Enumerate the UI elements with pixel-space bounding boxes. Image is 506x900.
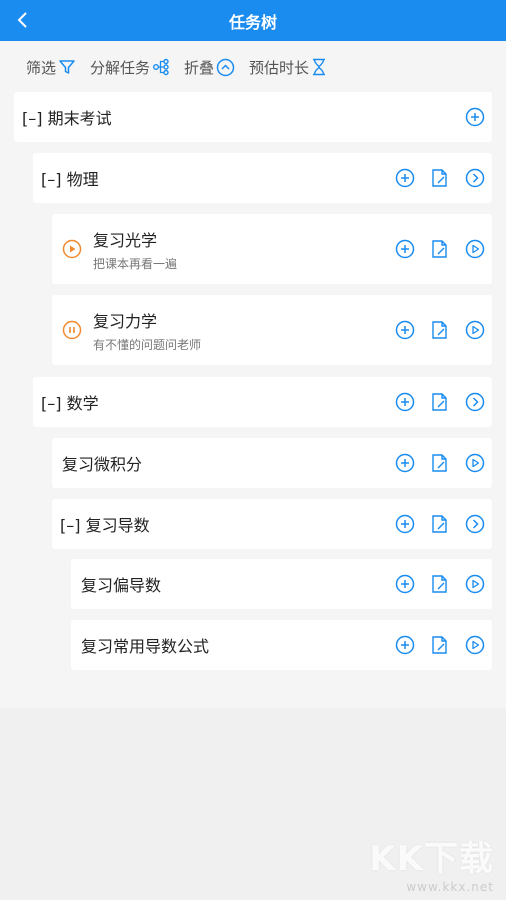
start-button[interactable] — [464, 573, 486, 595]
edit-button[interactable] — [429, 391, 451, 413]
chevron-up-circle-icon — [216, 58, 235, 76]
page-title: 任务树 — [228, 12, 277, 32]
add-subtask-button[interactable] — [394, 167, 416, 189]
decompose-task-label: 分解任务 — [90, 58, 151, 77]
play-circle-icon — [465, 239, 485, 259]
node-label: [–] 复习导数 — [60, 516, 150, 535]
tree-node-final-exam[interactable]: [–] 期末考试 — [14, 92, 492, 142]
pause-circle-icon[interactable] — [62, 320, 82, 340]
node-label: [–] 期末考试 — [22, 109, 112, 128]
edit-document-icon — [432, 240, 447, 258]
edit-button[interactable] — [429, 238, 451, 260]
edit-button[interactable] — [429, 319, 451, 341]
plus-circle-icon — [395, 320, 415, 340]
add-subtask-button[interactable] — [394, 391, 416, 413]
filter-icon — [59, 60, 75, 74]
estimate-duration-button[interactable]: 预估时长 — [249, 57, 327, 78]
edit-document-icon — [432, 575, 447, 593]
add-subtask-button[interactable] — [464, 106, 486, 128]
edit-document-icon — [432, 393, 447, 411]
plus-circle-icon — [395, 392, 415, 412]
play-circle-icon[interactable] — [62, 239, 82, 259]
decompose-task-button[interactable]: 分解任务 — [90, 57, 170, 78]
edit-button[interactable] — [429, 452, 451, 474]
plus-circle-icon — [395, 239, 415, 259]
tree-node-review-derivatives[interactable]: [–] 复习导数 — [52, 499, 492, 549]
node-title: 复习力学 — [93, 311, 158, 331]
empty-area: KK下载 www.kkx.net — [0, 708, 506, 900]
edit-document-icon — [432, 321, 447, 339]
node-label: [–] 物理 — [41, 170, 99, 189]
watermark-brand: KK下载 — [369, 839, 494, 879]
watermark-url: www.kkx.net — [406, 880, 494, 894]
edit-button[interactable] — [429, 513, 451, 535]
tree-node-physics[interactable]: [–] 物理 — [33, 153, 492, 203]
edit-document-icon — [432, 515, 447, 533]
start-button[interactable] — [464, 319, 486, 341]
chevron-right-circle-icon — [465, 514, 485, 534]
edit-button[interactable] — [429, 573, 451, 595]
node-subtitle: 有不懂的问题问老师 — [93, 337, 202, 352]
node-subtitle: 把课本再看一遍 — [93, 256, 178, 271]
back-arrow-icon — [17, 12, 27, 28]
plus-circle-icon — [395, 514, 415, 534]
chevron-right-circle-icon — [465, 168, 485, 188]
expand-button[interactable] — [464, 167, 486, 189]
node-title: 复习常用导数公式 — [81, 637, 210, 656]
plus-circle-icon — [395, 635, 415, 655]
edit-button[interactable] — [429, 167, 451, 189]
toolbar: 筛选 分解任务 折叠 预估时长 — [0, 41, 506, 93]
start-button[interactable] — [464, 238, 486, 260]
edit-document-icon — [432, 636, 447, 654]
add-subtask-button[interactable] — [394, 513, 416, 535]
play-circle-icon — [465, 574, 485, 594]
tree-node-review-calculus[interactable]: 复习微积分 — [52, 438, 492, 488]
node-label: [–] 数学 — [41, 394, 99, 413]
add-subtask-button[interactable] — [394, 238, 416, 260]
tree-node-review-partial-derivatives[interactable]: 复习偏导数 — [71, 559, 492, 609]
watermark: KK下载 www.kkx.net — [369, 831, 494, 894]
plus-circle-icon — [395, 168, 415, 188]
hourglass-icon — [313, 58, 326, 76]
plus-circle-icon — [395, 574, 415, 594]
play-circle-icon — [465, 635, 485, 655]
filter-label: 筛选 — [26, 58, 57, 77]
tree-node-math[interactable]: [–] 数学 — [33, 377, 492, 427]
tree-node-review-optics[interactable]: 复习光学 把课本再看一遍 — [52, 214, 492, 284]
collapse-label: 折叠 — [184, 58, 215, 77]
edit-button[interactable] — [429, 634, 451, 656]
filter-button[interactable]: 筛选 — [26, 57, 76, 78]
expand-button[interactable] — [464, 513, 486, 535]
start-button[interactable] — [464, 452, 486, 474]
back-button[interactable] — [8, 6, 36, 34]
tree-node-review-derivative-formulas[interactable]: 复习常用导数公式 — [71, 620, 492, 670]
app-header: 任务树 — [0, 0, 506, 41]
plus-circle-icon — [465, 107, 485, 127]
tree-structure-icon — [153, 58, 169, 76]
play-circle-icon — [465, 320, 485, 340]
tree-node-review-mechanics[interactable]: 复习力学 有不懂的问题问老师 — [52, 295, 492, 365]
add-subtask-button[interactable] — [394, 319, 416, 341]
collapse-button[interactable]: 折叠 — [184, 57, 235, 78]
play-circle-icon — [465, 453, 485, 473]
node-title: 复习微积分 — [62, 455, 143, 474]
plus-circle-icon — [395, 453, 415, 473]
add-subtask-button[interactable] — [394, 452, 416, 474]
chevron-right-circle-icon — [465, 392, 485, 412]
edit-document-icon — [432, 454, 447, 472]
estimate-duration-label: 预估时长 — [249, 58, 310, 77]
start-button[interactable] — [464, 634, 486, 656]
edit-document-icon — [432, 169, 447, 187]
add-subtask-button[interactable] — [394, 634, 416, 656]
add-subtask-button[interactable] — [394, 573, 416, 595]
node-title: 复习光学 — [93, 230, 158, 250]
expand-button[interactable] — [464, 391, 486, 413]
node-title: 复习偏导数 — [81, 576, 162, 595]
